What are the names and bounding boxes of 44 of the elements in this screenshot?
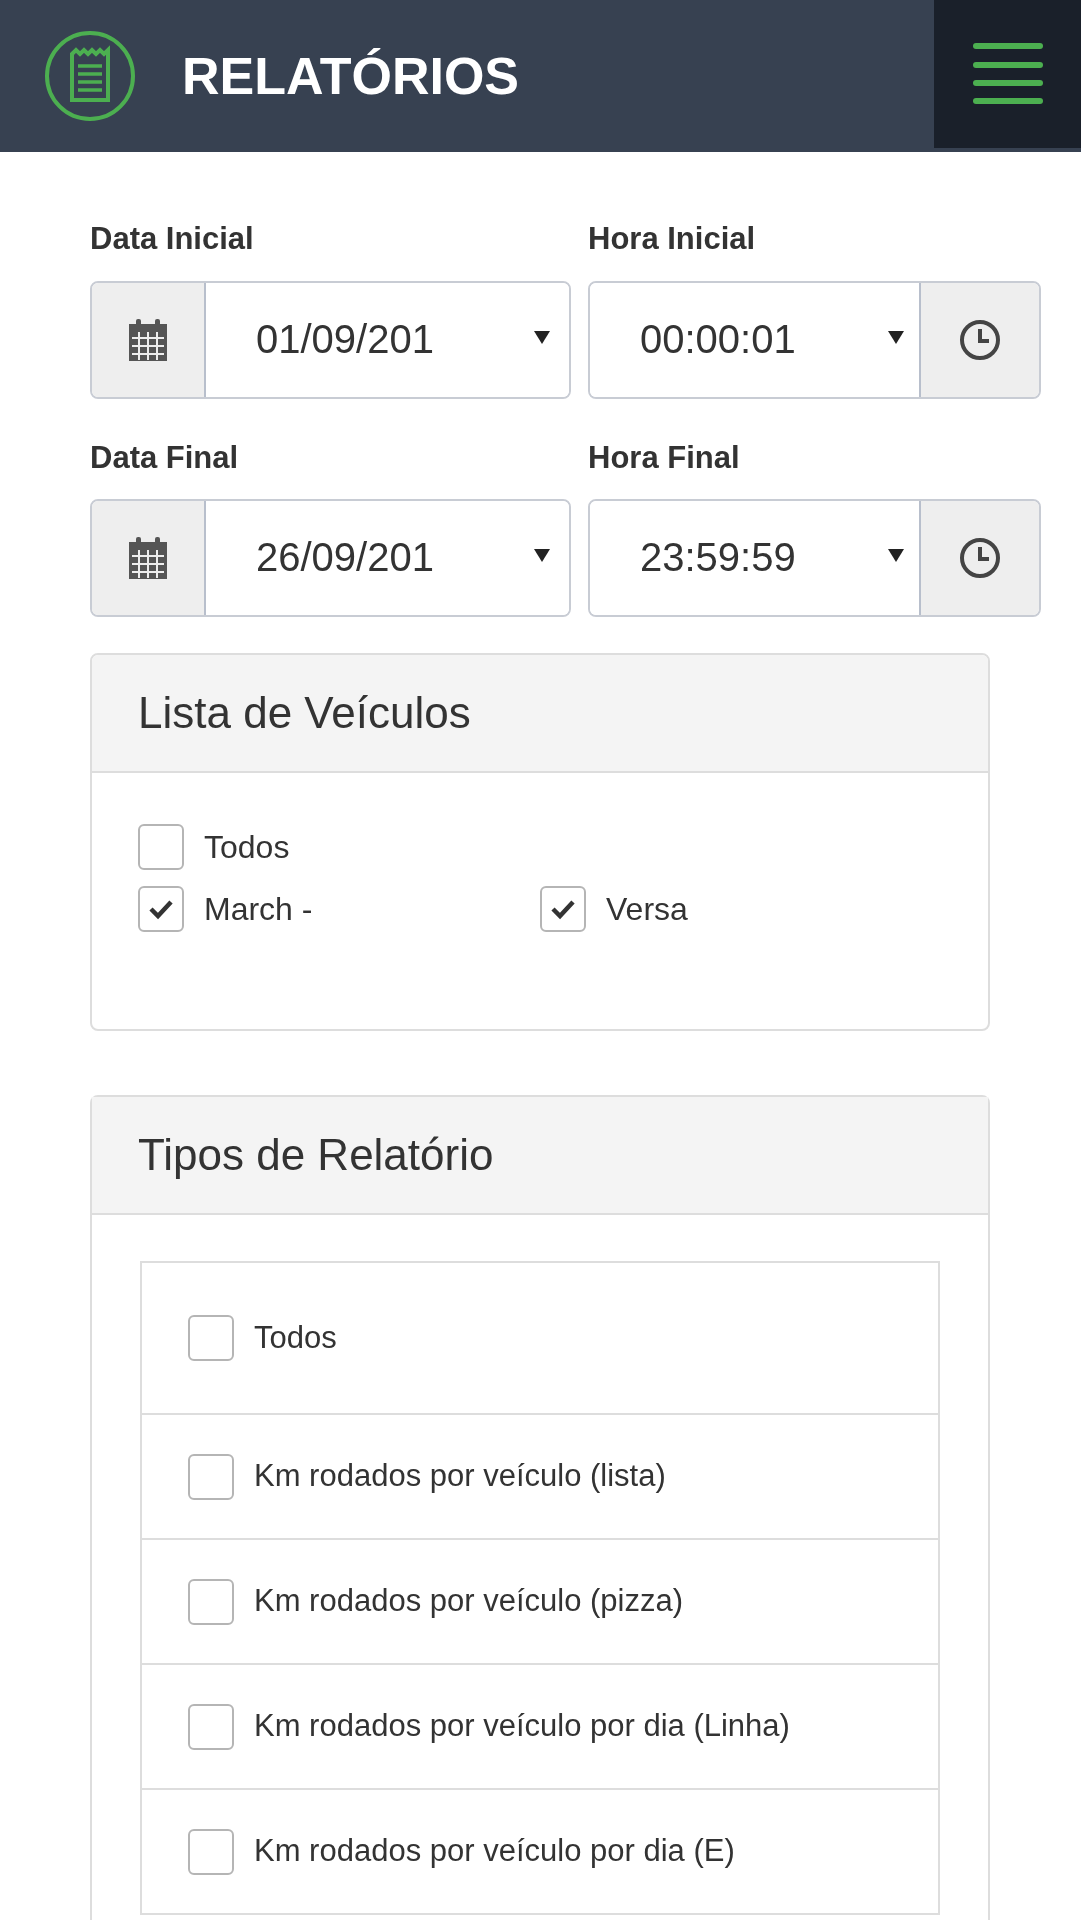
report-option[interactable]: Km rodados por veículo por dia (E)	[142, 1788, 938, 1913]
panel-title: Lista de Veículos	[138, 687, 471, 739]
checkbox-label: March -	[204, 890, 313, 929]
field-label: Hora Final	[588, 438, 740, 477]
menu-button[interactable]	[934, 0, 1081, 148]
report-option[interactable]: Km rodados por veículo por dia (Linha)	[142, 1663, 938, 1788]
checkmark-icon	[550, 898, 576, 920]
checkbox-label: Versa	[606, 890, 688, 929]
checkbox[interactable]	[188, 1315, 234, 1361]
checkbox[interactable]	[138, 824, 184, 870]
report-option[interactable]: Km rodados por veículo (lista)	[142, 1413, 938, 1538]
calendar-icon	[128, 317, 168, 362]
time-value: 00:00:01	[640, 315, 796, 363]
calendar-icon	[128, 536, 168, 580]
date-value: 26/09/201	[256, 534, 434, 581]
field-label: Data Inicial	[90, 220, 255, 258]
checkmark-icon	[148, 898, 174, 920]
field-label: Data Final	[90, 438, 240, 477]
time-field[interactable]: 00:00:01	[588, 280, 1041, 399]
panel-title: Tipos de Relatório	[138, 1129, 494, 1181]
caret-icon	[887, 328, 905, 345]
caret-icon	[533, 328, 551, 345]
checkbox[interactable]	[540, 886, 586, 932]
checkbox[interactable]	[188, 1703, 234, 1750]
page-title: RELATÓRIOS	[182, 46, 520, 107]
checkbox[interactable]	[188, 1453, 234, 1500]
clock-icon	[959, 318, 1001, 361]
checkbox[interactable]	[138, 886, 184, 932]
report-option[interactable]: Todos	[142, 1263, 938, 1413]
date-field[interactable]: 01/09/201	[90, 280, 571, 399]
checkbox[interactable]	[188, 1828, 234, 1875]
time-field[interactable]: 23:59:59	[588, 499, 1041, 617]
date-value: 01/09/201	[256, 315, 434, 363]
caret-icon	[533, 547, 551, 563]
date-field[interactable]: 26/09/201	[90, 499, 571, 617]
menu-icon	[972, 43, 1043, 105]
field-label: Hora Inicial	[588, 220, 756, 258]
checkbox[interactable]	[188, 1578, 234, 1625]
caret-icon	[887, 547, 905, 563]
report-option[interactable]: Km rodados por veículo (pizza)	[142, 1538, 938, 1663]
receipt-icon	[44, 30, 136, 122]
clock-icon	[959, 537, 1001, 579]
checkbox-label: Todos	[204, 828, 290, 867]
time-value: 23:59:59	[640, 534, 796, 581]
